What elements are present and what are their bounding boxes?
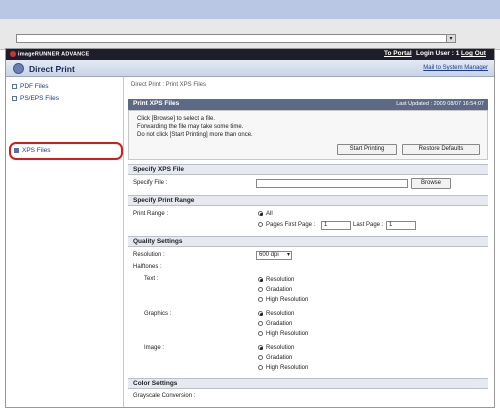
option-label: Gradation	[266, 321, 293, 327]
option-label: Resolution	[266, 345, 295, 351]
chevron-down-icon: ▾	[286, 252, 290, 258]
instruction-line: Click [Browse] to select a file.	[137, 116, 216, 122]
option-label: Resolution	[266, 277, 295, 283]
section-title: Specify Print Range	[133, 197, 195, 204]
browser-title-bar	[0, 0, 500, 19]
option-label: High Resolution	[266, 297, 309, 303]
mail-to-system-manager-link[interactable]: Mail to System Manager	[423, 65, 488, 71]
print-range-section-header: Specify Print Range	[128, 195, 488, 206]
option-label: Gradation	[266, 287, 293, 293]
range-all-radio[interactable]	[258, 211, 263, 216]
graphics-halftone-label: Graphics :	[144, 311, 172, 317]
halftones-label: Halftones :	[133, 264, 162, 270]
login-user-text: Login User : 1	[416, 50, 460, 57]
to-portal-link[interactable]: To Portal	[384, 50, 412, 57]
option-label: Gradation	[266, 355, 293, 361]
section-title: Specify XPS File	[133, 166, 184, 173]
start-printing-button[interactable]: Start Printing	[337, 144, 397, 155]
resolution-value: 600 dpi	[259, 252, 279, 258]
last-updated: Last Updated : 2009 08/07 16:54:07	[396, 101, 484, 107]
bullet-icon	[12, 83, 17, 89]
resolution-label: Resolution :	[133, 252, 165, 258]
panel-header: Print XPS Files Last Updated : 2009 08/0…	[128, 99, 488, 110]
graphics-gradation-radio[interactable]	[258, 321, 263, 326]
sidebar-item-label: PS/EPS Files	[20, 95, 60, 102]
range-pages-radio[interactable]	[258, 222, 263, 227]
image-halftone-label: Image :	[144, 345, 165, 351]
print-range-label: Print Range :	[133, 211, 169, 217]
canon-logo-icon	[10, 51, 16, 57]
brand-logo: imageRUNNER ADVANCE	[10, 51, 89, 57]
quality-section-header: Quality Settings	[128, 236, 488, 247]
bullet-icon	[14, 147, 19, 153]
address-bar[interactable]	[16, 34, 456, 43]
sidebar-item-label: XPS Files	[22, 147, 51, 154]
instruction-line: Forwarding the file may take some time.	[137, 124, 244, 130]
instructions-box: Click [Browse] to select a file. Forward…	[128, 110, 488, 160]
first-page-input[interactable]: 1	[321, 221, 351, 230]
restore-defaults-button[interactable]: Restore Defaults	[402, 144, 480, 155]
text-resolution-radio[interactable]	[258, 277, 263, 282]
sidebar: PDF Files PS/EPS Files XPS Files	[6, 77, 124, 407]
breadcrumb: Direct Print : Print XPS Files	[131, 82, 207, 88]
specify-file-label: Specify File :	[133, 180, 168, 186]
graphics-high-resolution-radio[interactable]	[258, 331, 263, 336]
section-title: Quality Settings	[133, 238, 183, 245]
text-gradation-radio[interactable]	[258, 287, 263, 292]
option-label: Resolution	[266, 311, 295, 317]
graphics-resolution-radio[interactable]	[258, 311, 263, 316]
range-pages-label: Pages First Page :	[266, 222, 316, 228]
sidebar-item-ps-eps[interactable]: PS/EPS Files	[12, 95, 59, 102]
last-page-input[interactable]: 1	[386, 221, 416, 230]
app-header: Direct Print Mail to System Manager	[6, 60, 494, 77]
instruction-line: Do not click [Start Printing] more than …	[137, 132, 253, 138]
text-halftone-label: Text :	[144, 276, 159, 282]
top-header: imageRUNNER ADVANCE To Portal Login User…	[6, 49, 494, 60]
image-gradation-radio[interactable]	[258, 355, 263, 360]
remote-ui-page: imageRUNNER ADVANCE To Portal Login User…	[5, 48, 495, 408]
image-resolution-radio[interactable]	[258, 345, 263, 350]
bullet-icon	[12, 95, 17, 101]
brand-text: imageRUNNER ADVANCE	[18, 51, 90, 58]
sidebar-item-xps[interactable]: XPS Files	[14, 147, 51, 154]
log-out-link[interactable]: Log Out	[461, 50, 486, 57]
sidebar-item-pdf[interactable]: PDF Files	[12, 83, 49, 90]
last-page-label: Last Page :	[353, 222, 384, 228]
resolution-select[interactable]: 600 dpi ▾	[256, 251, 292, 260]
section-title: Color Settings	[133, 380, 178, 387]
option-label: High Resolution	[266, 331, 309, 337]
text-high-resolution-radio[interactable]	[258, 297, 263, 302]
option-label: High Resolution	[266, 365, 309, 371]
range-all-label: All	[266, 211, 273, 217]
grayscale-label: Grayscale Conversion :	[133, 393, 196, 399]
panel-title: Print XPS Files	[133, 100, 180, 107]
app-title: Direct Print	[29, 64, 75, 74]
file-path-input[interactable]	[256, 179, 408, 188]
specify-file-section-header: Specify XPS File	[128, 164, 488, 175]
image-high-resolution-radio[interactable]	[258, 365, 263, 370]
browse-button[interactable]: Browse	[411, 178, 451, 189]
sidebar-item-label: PDF Files	[20, 83, 49, 90]
address-dropdown-icon[interactable]: ▾	[446, 34, 456, 43]
direct-print-icon	[13, 63, 24, 74]
color-section-header: Color Settings	[128, 378, 488, 389]
